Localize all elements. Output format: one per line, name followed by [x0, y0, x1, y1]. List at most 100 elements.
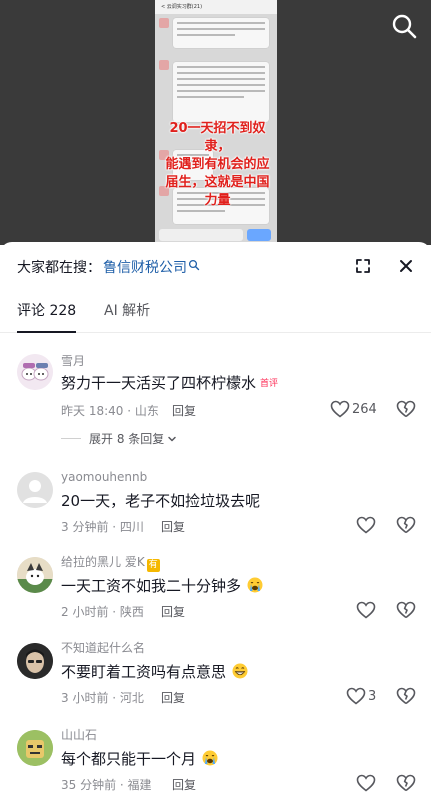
like-button[interactable] — [356, 774, 378, 794]
thumb-topbar: < 云调实习群(21) — [155, 0, 277, 14]
suggested-search-term[interactable]: 鲁信财税公司 — [103, 257, 187, 277]
user-badge: 有 — [146, 559, 160, 572]
reply-button[interactable]: 回复 — [161, 518, 185, 535]
expand-replies-label: 展开 8 条回复 — [89, 432, 165, 446]
like-button[interactable] — [330, 400, 352, 420]
grinning-face-icon — [232, 663, 248, 679]
chevron-down-icon — [168, 436, 177, 441]
comment-tabs: 评论 228 AI 解析 — [0, 300, 431, 333]
overlay-line: 力量 — [204, 193, 231, 208]
comment-time: 3 小时前 — [61, 691, 109, 705]
video-preview[interactable]: < 云调实习群(21) 20一天招不到奴隶， 能遇到有机会的应 届生，这就是中国… — [0, 0, 431, 245]
expand-icon — [356, 259, 370, 273]
comment-location: 山东 — [134, 404, 159, 418]
avatar[interactable] — [17, 730, 53, 766]
comment-meta: 3 分钟前 · 四川 — [61, 520, 144, 534]
avatar[interactable] — [17, 472, 53, 508]
crying-face-icon — [247, 577, 263, 593]
expand-replies-button[interactable]: 展开 8 条回复 — [61, 430, 178, 447]
reply-button[interactable]: 回复 — [172, 402, 196, 419]
comment-time: 3 分钟前 — [61, 520, 109, 534]
comment-sheet: 大家都在搜： 鲁信财税公司 评论 228 AI 解析 雪月 努力干一天活买了四杯… — [0, 242, 431, 800]
comment-body: 一天工资不如我二十分钟多 — [61, 577, 242, 595]
comment-item: yaomouhennb 20一天，老子不如捡垃圾去呢 3 分钟前 · 四川 回复 — [0, 468, 431, 548]
broken-heart-icon — [396, 516, 416, 534]
dislike-button[interactable] — [396, 774, 416, 794]
suggested-search[interactable]: 大家都在搜： 鲁信财税公司 — [17, 256, 200, 278]
comment-item: 雪月 努力干一天活买了四杯柠檬水 首评 昨天 18:40 · 山东 回复 264 … — [0, 350, 431, 460]
heart-icon — [356, 774, 376, 792]
comment-text: 努力干一天活买了四杯柠檬水 首评 — [61, 372, 278, 393]
reply-button[interactable]: 回复 — [161, 603, 185, 620]
thumb-avatar — [159, 18, 169, 28]
comment-username[interactable]: 给拉的黑儿 爱K 有 — [61, 553, 160, 572]
tab-ai-analysis[interactable]: AI 解析 — [104, 300, 150, 332]
dislike-button[interactable] — [396, 601, 416, 621]
comment-time: 35 分钟前 — [61, 778, 117, 792]
close-icon — [400, 260, 412, 272]
thumb-message — [173, 62, 269, 122]
video-overlay-caption: 20一天招不到奴隶， 能遇到有机会的应 届生，这就是中国 力量 — [160, 120, 275, 210]
comment-text: 不要盯着工资吗有点意思 — [61, 661, 248, 682]
reply-button[interactable]: 回复 — [161, 689, 185, 706]
comment-username-text: 给拉的黑儿 爱K — [61, 555, 145, 569]
avatar[interactable] — [17, 354, 53, 390]
comment-location: 福建 — [127, 778, 152, 792]
comment-username[interactable]: 雪月 — [61, 352, 85, 369]
comment-item: 不知道起什么名 不要盯着工资吗有点意思 3 小时前 · 河北 回复 3 — [0, 639, 431, 719]
dislike-button[interactable] — [396, 687, 416, 707]
dislike-button[interactable] — [396, 400, 416, 420]
comment-location: 河北 — [119, 691, 144, 705]
broken-heart-icon — [396, 601, 416, 619]
thumb-message — [173, 18, 269, 48]
overlay-line: 届生，这就是中国 — [165, 175, 270, 190]
comment-body: 不要盯着工资吗有点意思 — [61, 663, 227, 681]
comment-location: 四川 — [119, 520, 144, 534]
search-icon[interactable] — [390, 12, 418, 40]
like-count: 264 — [352, 402, 377, 417]
comment-item: 山山石 每个都只能干一个月 35 分钟前 · 福建 回复 — [0, 726, 431, 800]
comment-body: 努力干一天活买了四杯柠檬水 — [61, 374, 257, 392]
overlay-line: 能遇到有机会的应 — [165, 157, 270, 172]
comment-text: 20一天，老子不如捡垃圾去呢 — [61, 492, 261, 510]
comment-meta: 35 分钟前 · 福建 — [61, 778, 152, 792]
like-count: 3 — [368, 689, 377, 704]
heart-icon — [356, 601, 376, 619]
comment-text: 一天工资不如我二十分钟多 — [61, 575, 263, 596]
close-button[interactable] — [390, 250, 422, 282]
like-button[interactable] — [356, 601, 378, 621]
expand-fullscreen-button[interactable] — [347, 250, 379, 282]
heart-icon — [346, 687, 366, 705]
thumb-send — [247, 229, 271, 241]
thumb-input — [159, 229, 243, 241]
comment-time: 昨天 18:40 — [61, 404, 124, 418]
comment-location: 陕西 — [119, 605, 144, 619]
search-icon — [188, 259, 200, 275]
comment-time: 2 小时前 — [61, 605, 109, 619]
crying-face-icon — [202, 750, 218, 766]
avatar[interactable] — [17, 643, 53, 679]
suggested-search-prefix: 大家都在搜： — [17, 260, 101, 276]
avatar[interactable] — [17, 557, 53, 593]
heart-icon — [330, 400, 350, 418]
comment-meta: 3 小时前 · 河北 — [61, 691, 144, 705]
like-button[interactable] — [356, 516, 378, 536]
comment-body: 每个都只能干一个月 — [61, 750, 197, 768]
broken-heart-icon — [396, 687, 416, 705]
comment-username[interactable]: 山山石 — [61, 726, 97, 743]
tab-comments[interactable]: 评论 228 — [17, 300, 77, 333]
overlay-line: 20一天招不到奴隶， — [169, 121, 266, 154]
comment-meta: 昨天 18:40 · 山东 — [61, 404, 159, 418]
thumb-avatar — [159, 60, 169, 70]
reply-button[interactable]: 回复 — [172, 776, 196, 793]
broken-heart-icon — [396, 774, 416, 792]
comment-username[interactable]: yaomouhennb — [61, 470, 147, 484]
comment-meta: 2 小时前 · 陕西 — [61, 605, 144, 619]
broken-heart-icon — [396, 400, 416, 418]
comment-text: 每个都只能干一个月 — [61, 748, 218, 769]
comment-username[interactable]: 不知道起什么名 — [61, 639, 145, 656]
like-button[interactable] — [346, 687, 368, 707]
comment-item: 给拉的黑儿 爱K 有 一天工资不如我二十分钟多 2 小时前 · 陕西 回复 — [0, 553, 431, 633]
dislike-button[interactable] — [396, 516, 416, 536]
heart-icon — [356, 516, 376, 534]
